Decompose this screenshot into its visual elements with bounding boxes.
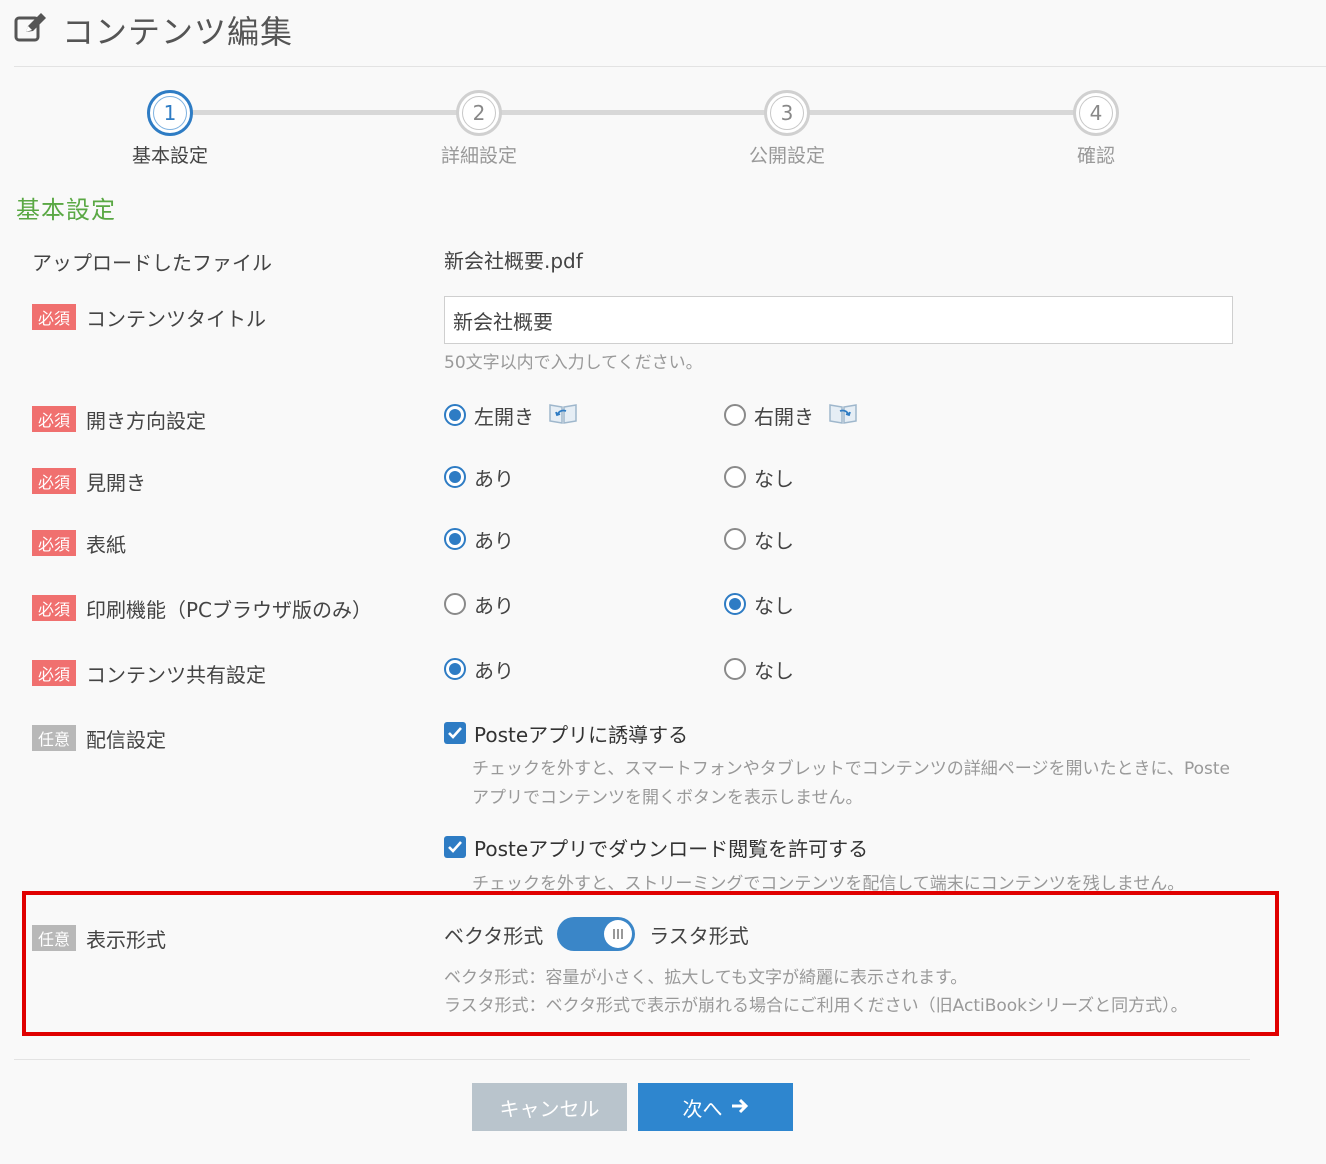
checkbox-checked-icon — [444, 722, 466, 744]
step-1-circle: 1 — [147, 90, 193, 136]
content-title-label: 必須 コンテンツタイトル — [32, 302, 266, 332]
required-badge: 必須 — [32, 406, 76, 432]
uploaded-file-name: 新会社概要.pdf — [444, 249, 583, 273]
required-badge: 必須 — [32, 660, 76, 686]
share-label: 必須 コンテンツ共有設定 — [32, 658, 266, 688]
next-button[interactable]: 次へ — [638, 1083, 793, 1131]
raster-help: ラスタ形式：ベクタ形式で表示が崩れる場合にご利用ください（旧ActiBookシリ… — [444, 996, 1188, 1016]
open-right-radio[interactable]: 右開き — [724, 400, 858, 430]
book-left-icon — [548, 401, 578, 430]
cover-no-radio[interactable]: なし — [724, 524, 794, 554]
toggle-knob-icon — [604, 920, 633, 948]
step-2-label: 詳細設定 — [440, 145, 517, 167]
open-direction-label: 必須 開き方向設定 — [32, 404, 206, 434]
cover-yes-radio[interactable]: あり — [444, 524, 514, 554]
step-1-label: 基本設定 — [131, 145, 208, 167]
checkbox-checked-icon — [444, 836, 466, 858]
print-yes-radio[interactable]: あり — [444, 589, 514, 619]
book-right-icon — [828, 401, 858, 430]
display-format-toggle-group: ベクタ形式 ラスタ形式 — [444, 917, 749, 951]
content-title-input[interactable] — [444, 296, 1233, 344]
vector-help: ベクタ形式：容量が小さく、拡大しても文字が綺麗に表示されます。 — [444, 968, 968, 988]
display-format-label: 任意 表示形式 — [32, 923, 166, 953]
poste-redirect-help: チェックを外すと、スマートフォンやタブレットでコンテンツの詳細ページを開いたとき… — [472, 759, 1230, 808]
share-yes-radio[interactable]: あり — [444, 654, 514, 684]
step-3-circle: 3 — [764, 90, 810, 136]
footer-divider — [14, 1059, 1250, 1060]
display-format-toggle[interactable] — [557, 917, 636, 951]
cover-label: 必須 表紙 — [32, 528, 126, 558]
header-divider — [14, 66, 1326, 67]
required-badge: 必須 — [32, 304, 76, 330]
step-2-circle: 2 — [456, 90, 502, 136]
section-title: 基本設定 — [16, 196, 116, 224]
page-header: コンテンツ編集 — [14, 8, 293, 52]
raster-option-label: ラスタ形式 — [649, 923, 749, 948]
step-3-label: 公開設定 — [748, 145, 825, 167]
delivery-label: 任意 配信設定 — [32, 723, 166, 753]
required-badge: 必須 — [32, 595, 76, 621]
required-badge: 必須 — [32, 530, 76, 556]
step-4-circle: 4 — [1073, 90, 1119, 136]
print-label: 必須 印刷機能（PCブラウザ版のみ） — [32, 593, 372, 623]
spread-label: 必須 見開き — [32, 466, 146, 496]
step-4-label: 確認 — [1076, 145, 1115, 167]
print-no-radio[interactable]: なし — [724, 589, 794, 619]
stepper-track — [170, 110, 1096, 115]
vector-option-label: ベクタ形式 — [444, 923, 544, 948]
poste-download-checkbox[interactable]: Posteアプリでダウンロード閲覧を許可する — [444, 832, 868, 862]
edit-icon — [14, 13, 48, 47]
optional-badge: 任意 — [32, 725, 76, 751]
open-left-radio[interactable]: 左開き — [444, 400, 578, 430]
arrow-right-icon — [731, 1095, 749, 1119]
uploaded-file-label: アップロードしたファイル — [32, 250, 272, 275]
poste-redirect-checkbox[interactable]: Posteアプリに誘導する — [444, 718, 688, 748]
required-badge: 必須 — [32, 468, 76, 494]
optional-badge: 任意 — [32, 925, 76, 951]
spread-yes-radio[interactable]: あり — [444, 462, 514, 492]
share-no-radio[interactable]: なし — [724, 654, 794, 684]
content-title-help: 50文字以内で入力してください。 — [444, 353, 703, 373]
cancel-button[interactable]: キャンセル — [472, 1083, 627, 1131]
page-title: コンテンツ編集 — [62, 13, 294, 51]
spread-no-radio[interactable]: なし — [724, 462, 794, 492]
